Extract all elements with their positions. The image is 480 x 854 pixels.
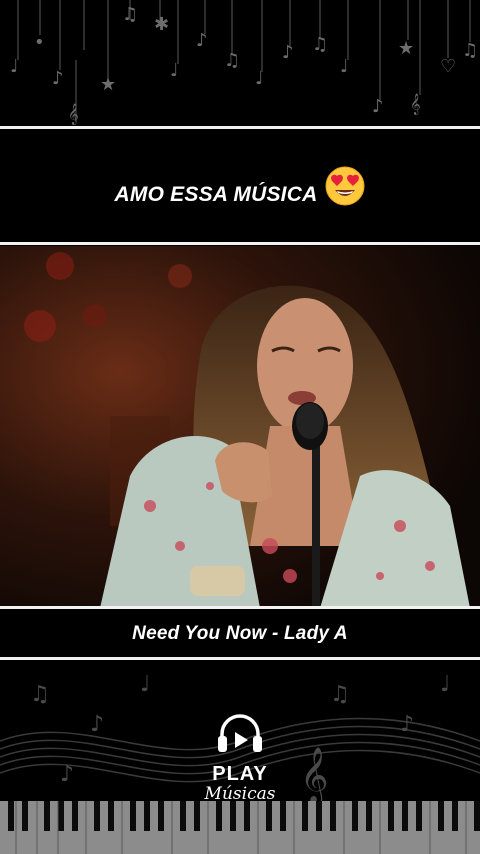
svg-text:★: ★ — [398, 38, 414, 59]
svg-text:♩: ♩ — [140, 672, 150, 697]
music-notes-icon: ♩ • ♪ 𝄞 ★ ♫ ✱ ♩ ♪ ♫ ♩ ♪ ♫ ♩ ♪ ★ 𝄞 ♡ ♫ — [10, 0, 478, 125]
svg-text:♩: ♩ — [170, 60, 179, 81]
header-caption: AMO ESSA MÚSICA — [0, 166, 480, 216]
svg-text:♫: ♫ — [122, 4, 138, 25]
svg-text:♩: ♩ — [255, 68, 264, 89]
svg-text:♪: ♪ — [372, 96, 384, 117]
heart-eyes-emoji-icon — [325, 166, 365, 225]
svg-text:♪: ♪ — [400, 712, 414, 737]
logo-musicas-text: Músicas — [204, 784, 276, 804]
hanging-music-notes-decoration: ♩ • ♪ 𝄞 ★ ♫ ✱ ♩ ♪ ♫ ♩ ♪ ♫ ♩ ♪ ★ 𝄞 ♡ ♫ — [0, 0, 480, 128]
svg-text:𝄞: 𝄞 — [300, 747, 328, 805]
svg-text:♪: ♪ — [52, 68, 64, 89]
top-divider — [0, 126, 480, 129]
svg-text:♪: ♪ — [196, 30, 208, 51]
middle-divider-top — [0, 242, 480, 245]
svg-text:♪: ♪ — [60, 762, 74, 787]
svg-text:♫: ♫ — [312, 34, 328, 55]
svg-text:♡: ♡ — [440, 56, 456, 77]
header-caption-text: AMO ESSA MÚSICA — [114, 183, 318, 207]
svg-text:♫: ♫ — [224, 50, 240, 71]
svg-text:♩: ♩ — [340, 56, 349, 77]
play-musicas-logo: PLAY Músicas — [190, 710, 290, 803]
svg-text:𝄞: 𝄞 — [410, 94, 421, 115]
song-caption: Need You Now - Lady A — [0, 617, 480, 651]
svg-text:♪: ♪ — [282, 42, 294, 63]
song-title-text: Need You Now - Lady A — [132, 623, 348, 644]
bottom-divider — [0, 657, 480, 660]
svg-text:★: ★ — [100, 74, 116, 95]
svg-text:♫: ♫ — [462, 40, 478, 61]
svg-text:♩: ♩ — [440, 672, 450, 697]
singer-performance-image — [0, 246, 480, 608]
headphones-play-icon — [218, 714, 262, 752]
svg-text:♫: ♫ — [30, 682, 50, 707]
svg-text:♪: ♪ — [90, 712, 104, 737]
svg-text:•: • — [34, 32, 45, 53]
logo-play-text: PLAY — [212, 763, 268, 785]
svg-text:𝄞: 𝄞 — [68, 104, 79, 125]
svg-text:♩: ♩ — [10, 56, 19, 77]
svg-text:✱: ✱ — [154, 14, 169, 35]
middle-divider-bottom — [0, 606, 480, 609]
video-frame[interactable] — [0, 246, 480, 608]
svg-text:♫: ♫ — [330, 682, 350, 707]
